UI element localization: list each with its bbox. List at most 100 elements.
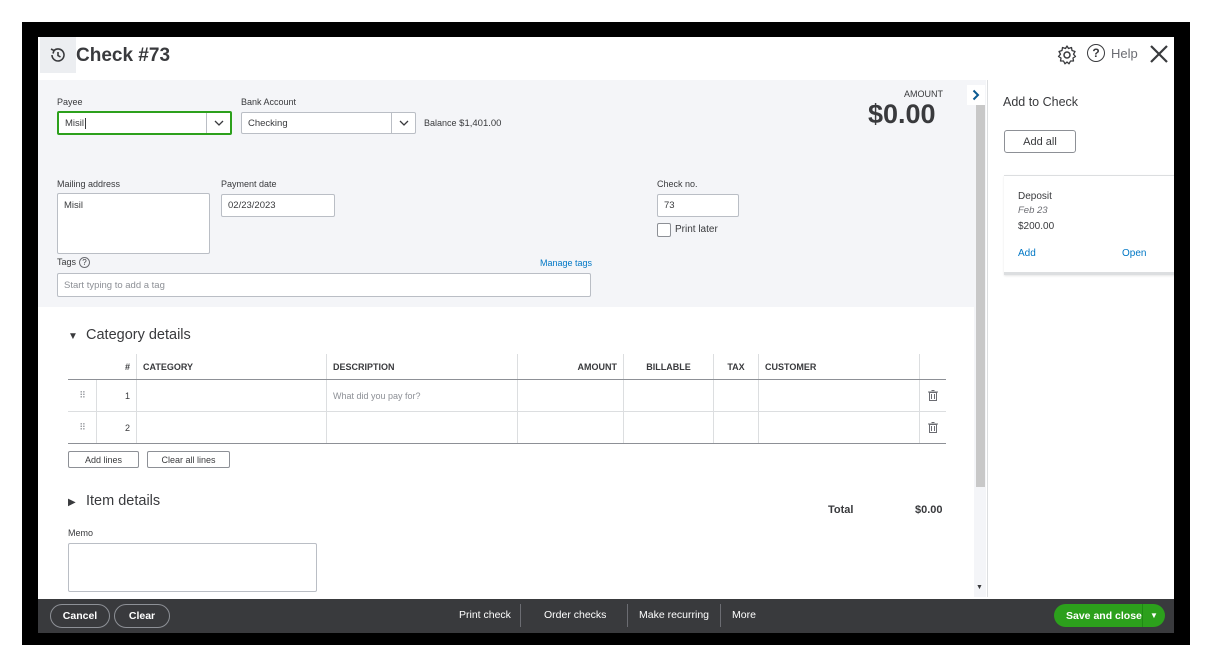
drag-handle-icon[interactable]: ⠿ <box>68 412 96 443</box>
more-link[interactable]: More <box>732 609 756 621</box>
gear-icon[interactable] <box>1056 44 1078 66</box>
close-icon[interactable] <box>1147 42 1171 66</box>
manage-tags-link[interactable]: Manage tags <box>540 258 592 268</box>
tags-input[interactable]: Start typing to add a tag <box>57 273 591 297</box>
memo-field[interactable] <box>68 543 317 592</box>
amount-value: $0.00 <box>868 99 936 129</box>
table-row[interactable]: ⠿ 1 What did you pay for? <box>68 380 946 412</box>
page-title: Check #73 <box>76 45 171 66</box>
divider <box>627 604 628 627</box>
print-later-label: Print later <box>675 224 718 235</box>
card-add-link[interactable]: Add <box>1018 248 1036 259</box>
toggle-panel-button[interactable] <box>967 85 985 105</box>
chevron-right-icon <box>972 89 980 101</box>
payment-date-value: 02/23/2023 <box>228 200 276 211</box>
check-no-value: 73 <box>664 200 675 211</box>
amount-label: AMOUNT <box>904 89 943 99</box>
category-details-title: Category details <box>86 327 191 343</box>
save-and-close-label: Save and close <box>1066 609 1142 622</box>
dialog-header: Check #73 ? Help <box>38 37 1174 80</box>
total-label: Total <box>828 504 854 516</box>
help-button[interactable]: ? Help <box>1087 44 1138 62</box>
footer-bar: Cancel Clear Print check Order checks Ma… <box>38 599 1174 633</box>
payee-label: Payee <box>57 97 83 107</box>
order-checks-link[interactable]: Order checks <box>544 609 606 621</box>
payee-dropdown-arrow[interactable] <box>206 113 230 133</box>
category-cell[interactable] <box>136 412 326 443</box>
col-customer: CUSTOMER <box>758 354 919 379</box>
balance-label: Balance <box>424 118 457 128</box>
bank-account-label: Bank Account <box>241 97 297 107</box>
tags-label-group: Tags? <box>57 257 91 269</box>
card-amount: $200.00 <box>1018 221 1055 232</box>
drag-handle-icon[interactable]: ⠿ <box>68 380 96 411</box>
recent-transactions-button[interactable] <box>40 37 76 73</box>
amount-cell[interactable] <box>517 412 623 443</box>
print-check-link[interactable]: Print check <box>459 609 511 621</box>
payee-value: Misil <box>65 117 84 129</box>
tags-help-icon[interactable]: ? <box>79 257 91 269</box>
scrollbar-thumb[interactable] <box>976 103 985 487</box>
mailing-address-label: Mailing address <box>57 179 121 189</box>
mailing-address-value: Misil <box>64 200 83 211</box>
card-type: Deposit <box>1018 191 1052 202</box>
tax-cell[interactable] <box>713 412 758 443</box>
clear-button[interactable]: Clear <box>114 604 170 628</box>
save-and-close-button[interactable]: Save and close ▼ <box>1054 604 1165 627</box>
col-num: # <box>124 361 130 372</box>
row-number: 1 <box>96 380 136 411</box>
description-placeholder: What did you pay for? <box>333 390 421 401</box>
clear-all-lines-button[interactable]: Clear all lines <box>147 451 230 468</box>
trash-icon[interactable] <box>919 380 946 411</box>
panel-title: Add to Check <box>1003 95 1079 109</box>
category-table: # CATEGORY DESCRIPTION AMOUNT BILLABLE T… <box>68 354 946 444</box>
check-dialog: Check #73 ? Help Payee Misil Bank Accoun… <box>38 37 1174 633</box>
item-details-toggle[interactable]: ▶ Item details <box>68 493 160 509</box>
check-header-section: Payee Misil Bank Account Checking Balanc… <box>38 80 974 307</box>
col-actions <box>919 354 946 379</box>
text-cursor <box>85 117 86 129</box>
chevron-down-icon <box>214 120 223 126</box>
category-details-toggle[interactable]: ▼ Category details <box>68 327 191 343</box>
save-options-caret-icon[interactable]: ▼ <box>1142 604 1165 627</box>
category-cell[interactable] <box>136 380 326 411</box>
payee-select[interactable]: Misil <box>57 111 232 135</box>
table-row[interactable]: ⠿ 2 <box>68 412 946 444</box>
billable-cell[interactable] <box>623 380 713 411</box>
help-label: Help <box>1111 45 1138 61</box>
description-cell[interactable] <box>326 412 517 443</box>
cancel-button[interactable]: Cancel <box>50 604 110 628</box>
billable-cell[interactable] <box>623 412 713 443</box>
card-date: Feb 23 <box>1018 205 1048 216</box>
card-open-link[interactable]: Open <box>1122 248 1146 259</box>
trash-icon[interactable] <box>919 412 946 443</box>
customer-cell[interactable] <box>758 380 919 411</box>
check-no-label: Check no. <box>657 179 698 189</box>
check-no-field[interactable]: 73 <box>657 194 739 217</box>
description-cell[interactable]: What did you pay for? <box>326 380 517 411</box>
col-category: CATEGORY <box>136 354 326 379</box>
chevron-down-icon <box>399 120 408 126</box>
col-billable: BILLABLE <box>623 354 713 379</box>
divider <box>520 604 521 627</box>
customer-cell[interactable] <box>758 412 919 443</box>
total-value: $0.00 <box>915 504 943 516</box>
amount-cell[interactable] <box>517 380 623 411</box>
make-recurring-link[interactable]: Make recurring <box>639 609 709 621</box>
tags-label: Tags <box>57 257 77 267</box>
balance-display: Balance $1,401.00 <box>424 118 501 129</box>
add-all-button[interactable]: Add all <box>1004 130 1076 153</box>
tax-cell[interactable] <box>713 380 758 411</box>
print-later-checkbox[interactable] <box>657 223 671 237</box>
add-to-check-panel: Add to Check Add all Deposit Feb 23 $200… <box>987 80 1174 597</box>
tags-placeholder: Start typing to add a tag <box>64 279 165 291</box>
bank-account-select[interactable]: Checking <box>241 112 416 134</box>
mailing-address-field[interactable]: Misil <box>57 193 210 254</box>
deposit-card: Deposit Feb 23 $200.00 Add Open <box>1004 175 1174 275</box>
payment-date-label: Payment date <box>221 179 277 189</box>
add-lines-button[interactable]: Add lines <box>68 451 139 468</box>
scroll-down-arrow[interactable]: ▼ <box>976 584 983 591</box>
payment-date-field[interactable]: 02/23/2023 <box>221 194 335 217</box>
bank-account-value: Checking <box>248 117 288 129</box>
bank-account-dropdown-arrow[interactable] <box>391 113 415 133</box>
